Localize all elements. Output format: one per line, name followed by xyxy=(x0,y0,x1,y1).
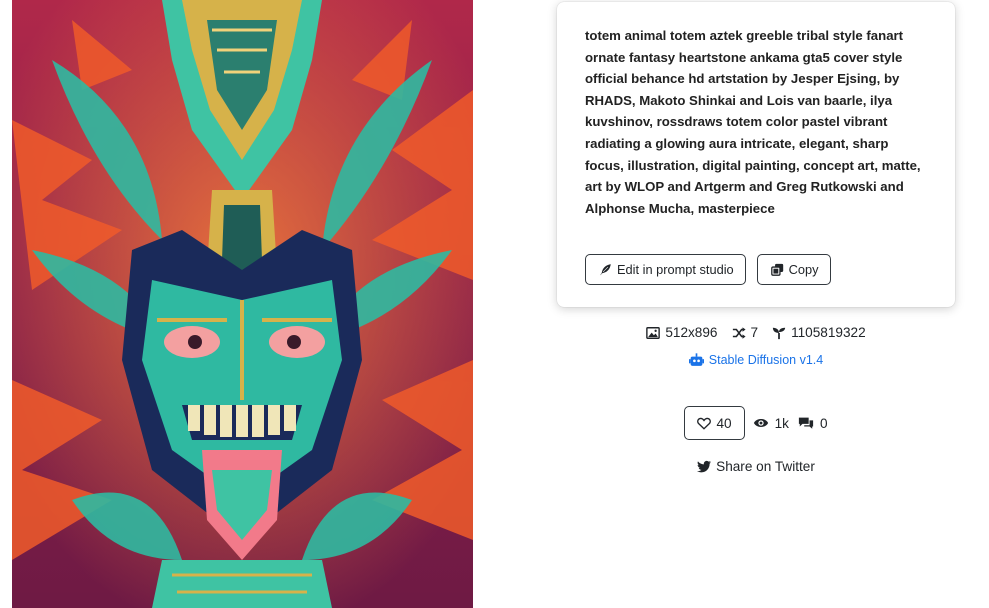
seed: 1105819322 xyxy=(772,325,866,340)
comments[interactable]: 0 xyxy=(798,416,828,431)
image-icon xyxy=(646,326,661,339)
robot-icon xyxy=(688,353,704,366)
steps: 7 xyxy=(732,325,759,340)
seedling-icon xyxy=(772,327,786,339)
views: 1k xyxy=(753,416,789,431)
prompt-card: totem animal totem aztek greeble tribal … xyxy=(557,2,955,307)
copy-icon xyxy=(770,263,783,276)
comments-icon xyxy=(798,417,814,429)
totem-artwork xyxy=(12,0,473,608)
like-button[interactable]: 40 xyxy=(684,406,745,440)
share-label: Share on Twitter xyxy=(716,459,815,474)
model-link[interactable]: Stable Diffusion v1.4 xyxy=(557,353,955,367)
copy-button-label: Copy xyxy=(788,262,819,277)
dimensions-value: 512x896 xyxy=(665,325,718,340)
edit-in-prompt-studio-button[interactable]: Edit in prompt studio xyxy=(585,254,746,285)
dimensions: 512x896 xyxy=(646,325,718,340)
twitter-icon xyxy=(697,460,712,473)
image-metadata: 512x896 7 1105819322 xyxy=(557,325,955,340)
model-name: Stable Diffusion v1.4 xyxy=(708,353,824,367)
heart-icon xyxy=(697,417,712,430)
comments-count: 0 xyxy=(819,415,828,431)
likes-count: 40 xyxy=(716,415,732,431)
generated-image[interactable] xyxy=(12,0,473,608)
edit-button-label: Edit in prompt studio xyxy=(617,262,734,277)
prompt-text: totem animal totem aztek greeble tribal … xyxy=(585,28,921,216)
views-count: 1k xyxy=(774,415,789,431)
shuffle-icon xyxy=(732,326,746,339)
engagement-stats: 40 1k 0 xyxy=(557,406,955,440)
prompt-actions: Edit in prompt studio Copy xyxy=(585,254,831,285)
copy-button[interactable]: Copy xyxy=(756,254,831,285)
steps-value: 7 xyxy=(750,325,759,340)
share-on-twitter-link[interactable]: Share on Twitter xyxy=(557,459,955,474)
feather-icon xyxy=(599,263,612,276)
eye-icon xyxy=(753,419,768,427)
seed-value: 1105819322 xyxy=(791,325,866,340)
